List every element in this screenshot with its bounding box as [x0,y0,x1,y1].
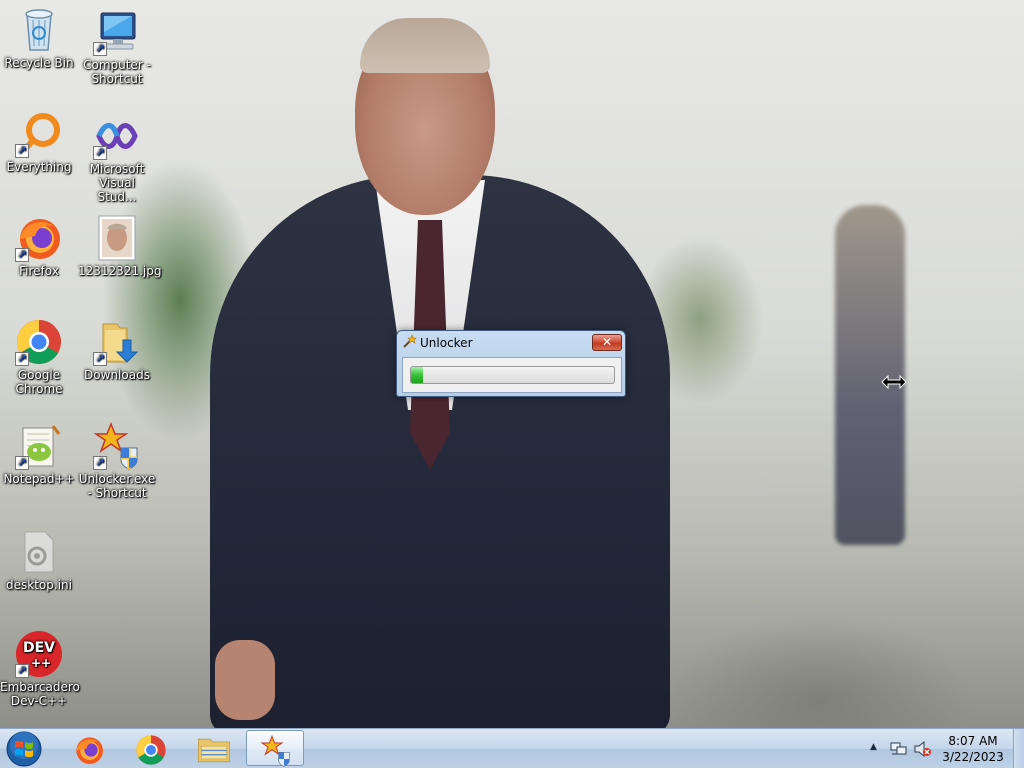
image-file-icon [93,214,141,262]
taskbar-explorer-button[interactable] [184,730,242,766]
system-tray: ▲ 8:07 AM 3/22/2023 [862,729,1024,769]
clock[interactable]: 8:07 AM 3/22/2023 [942,733,1004,765]
computer-icon: ↗ [93,8,141,56]
shortcut-arrow-icon: ↗ [93,456,107,470]
unlocker-icon: ↗ [93,421,141,470]
desktop-icon-label: Unlocker.exe - Shortcut [78,472,156,500]
network-icon[interactable] [890,741,908,757]
taskbar-chrome-button[interactable] [122,730,180,766]
settings-file-icon [15,528,63,576]
shortcut-arrow-icon: ↗ [15,664,29,678]
shortcut-arrow-icon: ↗ [15,456,29,470]
shortcut-arrow-icon: ↗ [15,352,29,366]
desktop-icon-label: Firefox [19,264,59,278]
desktop-icon-image-file[interactable]: 12312321.jpg [78,214,162,278]
volume-muted-icon[interactable] [914,740,932,758]
wallpaper-person-hand [215,640,275,720]
unlocker-icon [260,735,290,767]
taskbar: ▲ 8:07 AM 3/22/2023 [0,728,1024,768]
window-title: Unlocker [420,336,473,350]
svg-text:DEV: DEV [23,640,55,656]
desktop-icon-label: Computer - Shortcut [83,58,151,86]
desktop-icon-unlocker-shortcut[interactable]: ↗ Unlocker.exe - Shortcut [78,421,156,500]
desktop-icon-label: Notepad++ [3,472,75,486]
chrome-icon: ↗ [15,318,63,366]
shortcut-arrow-icon: ↗ [93,146,107,160]
wallpaper-person-hair [360,18,490,73]
show-desktop-button[interactable] [1013,729,1024,768]
desktop-icon-label: Microsoft Visual Stud... [89,162,145,204]
taskbar-firefox-button[interactable] [60,730,118,766]
everything-icon: ↗ [15,110,63,158]
desktop-icon-label: 12312321.jpg [78,264,162,278]
close-button[interactable]: ✕ [592,334,622,351]
desktop-icon-label: Everything [6,160,72,174]
desktop-icon-devcpp[interactable]: DEV ++ ↗ Embarcadero Dev-C++ [0,630,80,708]
desktop-icon-downloads[interactable]: ↗ Downloads [78,318,156,382]
devcpp-icon: DEV ++ ↗ [15,630,63,678]
windows-start-icon [6,731,42,767]
desktop-icon-google-chrome[interactable]: ↗ Google Chrome [0,318,78,396]
show-hidden-icons-chevron-icon[interactable]: ▲ [870,742,877,752]
desktop-icon-label: Google Chrome [15,368,63,396]
visual-studio-icon: ↗ [93,112,141,160]
desktop-icon-everything[interactable]: ↗ Everything [0,110,78,174]
firefox-icon [76,737,103,764]
desktop-icon-label: Downloads [84,368,150,382]
desktop-icon-recycle-bin[interactable]: Recycle Bin [0,6,78,70]
desktop-icon-label: Recycle Bin [4,56,74,70]
desktop-icon-desktop-ini[interactable]: desktop.ini [0,528,78,592]
desktop-icon-label: desktop.ini [6,578,72,592]
window-client-area [402,357,622,393]
firefox-icon: ↗ [15,214,63,262]
chrome-icon [136,735,166,765]
shortcut-arrow-icon: ↗ [15,248,29,262]
shortcut-arrow-icon: ↗ [93,352,107,366]
close-icon: ✕ [601,335,613,349]
desktop-icon-computer-shortcut[interactable]: ↗ Computer - Shortcut [78,8,156,86]
desktop-icon-firefox[interactable]: ↗ Firefox [0,214,78,278]
desktop-icon-label: Embarcadero Dev-C++ [0,680,80,708]
recycle-bin-icon [15,6,63,54]
unlocker-wand-icon [401,334,417,350]
notepadpp-icon: ↗ [15,422,63,470]
downloads-folder-icon: ↗ [93,318,141,366]
progress-bar [410,366,615,384]
taskbar-unlocker-button[interactable] [246,730,304,767]
progress-bar-fill [411,367,424,383]
desktop-icon-notepadpp[interactable]: ↗ Notepad++ [0,422,78,486]
clock-time: 8:07 AM [948,734,998,748]
desktop-icon-visual-studio[interactable]: ↗ Microsoft Visual Stud... [78,112,156,204]
shortcut-arrow-icon: ↗ [15,144,29,158]
resize-cursor-icon [881,374,907,390]
clock-date: 3/22/2023 [942,750,1004,764]
start-button[interactable] [4,730,44,768]
shortcut-arrow-icon: ↗ [93,42,107,56]
unlocker-window[interactable]: Unlocker ✕ [396,330,626,397]
folder-icon [198,738,230,763]
svg-text:++: ++ [31,656,51,670]
